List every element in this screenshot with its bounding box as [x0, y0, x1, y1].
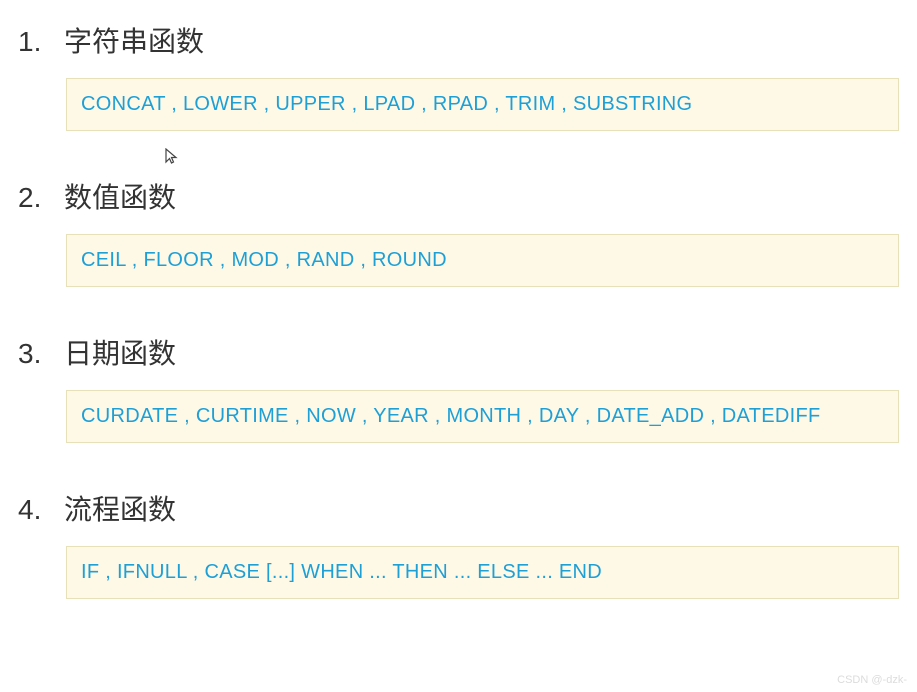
heading-title: 数值函数 — [64, 176, 176, 216]
heading-title: 日期函数 — [64, 332, 176, 372]
code-content: IF , IFNULL , CASE [...] WHEN ... THEN .… — [81, 561, 602, 583]
code-box: CURDATE , CURTIME , NOW , YEAR , MONTH ,… — [66, 390, 899, 443]
code-content: CEIL , FLOOR , MOD , RAND , ROUND — [81, 249, 447, 271]
heading-number: 3. — [18, 338, 46, 370]
section-numeric-functions: 2. 数值函数 CEIL , FLOOR , MOD , RAND , ROUN… — [0, 176, 917, 287]
code-box: IF , IFNULL , CASE [...] WHEN ... THEN .… — [66, 546, 899, 599]
heading-row: 1. 字符串函数 — [0, 20, 917, 60]
code-box: CONCAT , LOWER , UPPER , LPAD , RPAD , T… — [66, 78, 899, 131]
heading-number: 2. — [18, 182, 46, 214]
section-flow-functions: 4. 流程函数 IF , IFNULL , CASE [...] WHEN ..… — [0, 488, 917, 599]
heading-number: 1. — [18, 26, 46, 58]
heading-row: 3. 日期函数 — [0, 332, 917, 372]
heading-row: 2. 数值函数 — [0, 176, 917, 216]
cursor-icon — [164, 148, 178, 166]
watermark-text: CSDN @-dzk- — [837, 674, 907, 686]
section-string-functions: 1. 字符串函数 CONCAT , LOWER , UPPER , LPAD ,… — [0, 20, 917, 131]
heading-number: 4. — [18, 494, 46, 526]
code-content: CONCAT , LOWER , UPPER , LPAD , RPAD , T… — [81, 93, 692, 115]
code-content: CURDATE , CURTIME , NOW , YEAR , MONTH ,… — [81, 405, 821, 427]
code-box: CEIL , FLOOR , MOD , RAND , ROUND — [66, 234, 899, 287]
heading-title: 流程函数 — [64, 488, 176, 528]
section-date-functions: 3. 日期函数 CURDATE , CURTIME , NOW , YEAR ,… — [0, 332, 917, 443]
heading-title: 字符串函数 — [64, 20, 204, 60]
heading-row: 4. 流程函数 — [0, 488, 917, 528]
